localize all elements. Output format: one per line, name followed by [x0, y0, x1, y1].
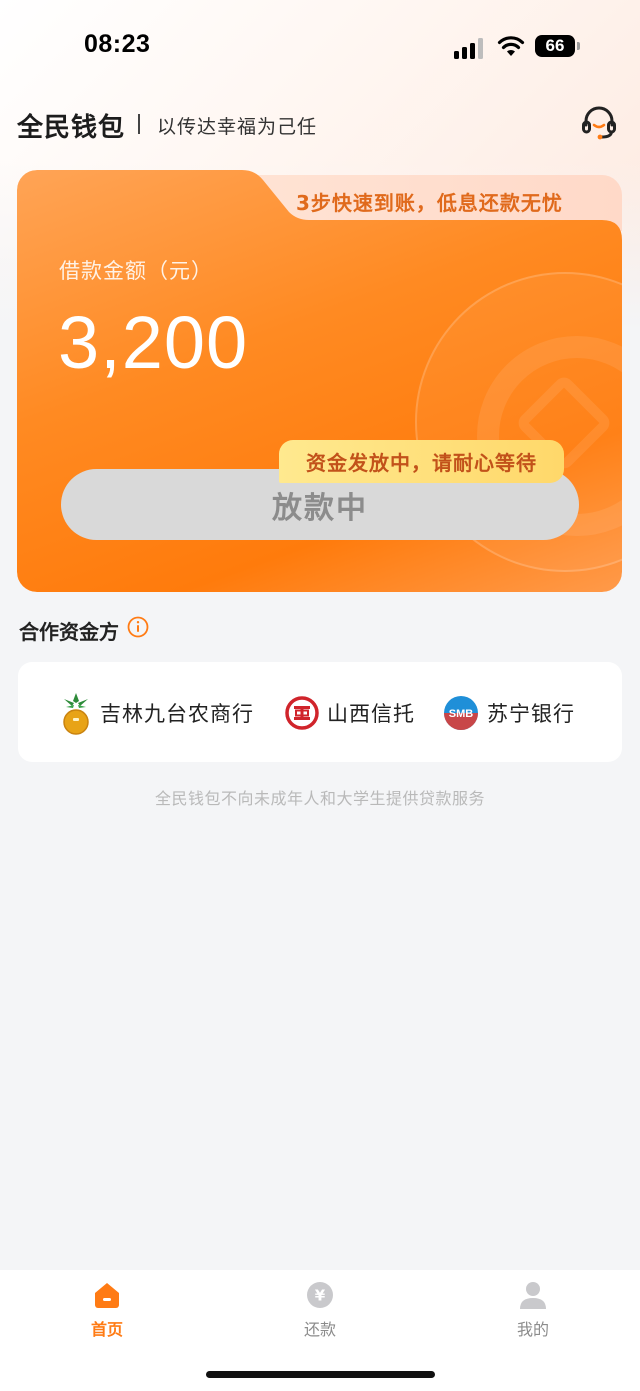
wifi-icon [497, 36, 525, 56]
loan-amount-label: 借款金额（元） [59, 259, 213, 283]
home-indicator [206, 1371, 435, 1378]
card-tab-text: 3步快速到账，低息还款无忧 [296, 191, 563, 215]
user-icon [520, 1282, 546, 1309]
battery-indicator: 66 [535, 35, 580, 57]
jilin-jiutai-logo-icon [63, 693, 89, 735]
tab-label: 还款 [303, 1320, 336, 1339]
partner-name: 山西信托 [327, 702, 415, 726]
smb-logo-icon: SMB [444, 696, 478, 730]
headset-icon[interactable] [580, 104, 618, 142]
svg-text:SMB: SMB [449, 708, 474, 720]
tab-label: 首页 [90, 1320, 123, 1339]
battery-level: 66 [545, 36, 565, 55]
home-icon [95, 1283, 119, 1308]
partner-name: 吉林九台农商行 [100, 702, 254, 726]
info-icon[interactable] [127, 616, 149, 638]
tab-repay[interactable]: ¥ 还款 [270, 1280, 370, 1340]
status-bar: 08:23 66 [0, 0, 640, 92]
shanxi-trust-logo-icon [285, 696, 319, 730]
tab-home[interactable]: 首页 [57, 1280, 157, 1340]
partner-name: 苏宁银行 [487, 702, 575, 726]
brand-divider [138, 114, 140, 134]
svg-text:¥: ¥ [315, 1287, 326, 1305]
partner-jilin-jiutai: 吉林九台农商行 [60, 688, 254, 738]
cellular-signal-icon [454, 37, 488, 59]
loan-amount-value: 3,200 [58, 301, 249, 384]
brand-name: 全民钱包 [17, 113, 126, 143]
disbursing-tip-bubble: 资金发放中，请耐心等待 [279, 440, 564, 483]
tab-label: 我的 [516, 1320, 549, 1339]
brand-slogan: 以传达幸福为己任 [157, 116, 318, 138]
disclaimer-text: 全民钱包不向未成年人和大学生提供贷款服务 [154, 789, 485, 808]
partners-title: 合作资金方 [19, 620, 119, 644]
partner-shanxi-trust: 山西信托 [285, 688, 415, 738]
status-time: 08:23 [84, 30, 151, 58]
repay-icon: ¥ [307, 1282, 333, 1308]
partner-suning-bank: SMB 苏宁银行 [443, 688, 575, 738]
tab-mine[interactable]: 我的 [483, 1280, 583, 1340]
